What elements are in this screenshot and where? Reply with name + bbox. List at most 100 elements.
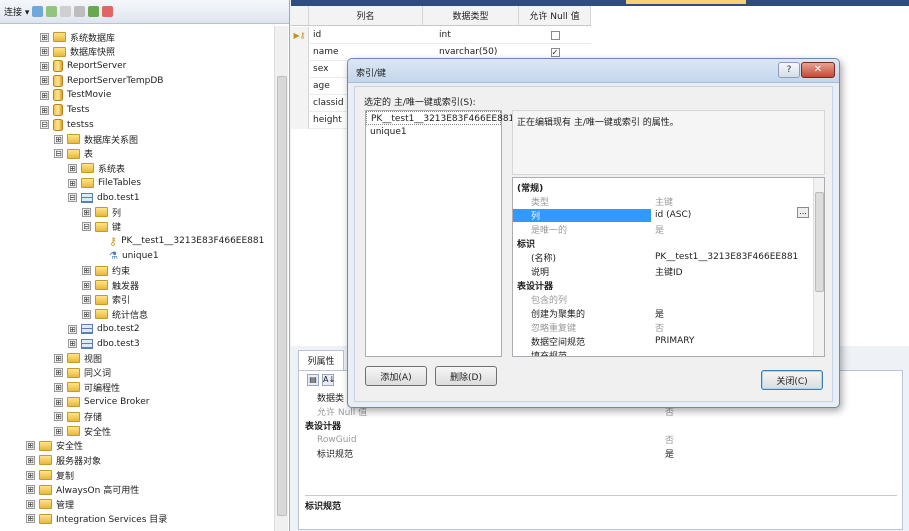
- row-selector[interactable]: [291, 77, 309, 95]
- refresh-icon[interactable]: [88, 6, 100, 17]
- expand-icon[interactable]: ⊞: [40, 61, 49, 71]
- tree-node[interactable]: ⊞ 同义词: [54, 366, 111, 380]
- tree-node[interactable]: ⊟ dbo.test1: [68, 191, 140, 205]
- tree-node[interactable]: ⊞ FileTables: [68, 176, 141, 190]
- tree-node[interactable]: ⊞ 服务器对象: [26, 453, 101, 467]
- property-row[interactable]: 标识规范 是: [305, 447, 895, 460]
- expand-icon[interactable]: ⊞: [82, 266, 91, 276]
- connect-icon[interactable]: [32, 6, 44, 17]
- collapse-icon[interactable]: ⊟: [54, 149, 63, 159]
- tree-node[interactable]: ⊞ AlwaysOn 高可用性: [26, 483, 139, 497]
- tree-node[interactable]: ⊞ Service Broker: [54, 395, 149, 409]
- tree-node[interactable]: ⊞ 复制: [26, 468, 74, 482]
- tree-node[interactable]: ⚷ PK__test1__3213E83F466EE881: [96, 234, 264, 248]
- expand-icon[interactable]: [96, 252, 105, 261]
- property-value[interactable]: 主键: [651, 195, 813, 208]
- expand-icon[interactable]: ⊞: [26, 514, 35, 524]
- disconnect-icon[interactable]: [46, 6, 58, 17]
- filter-icon[interactable]: [74, 6, 86, 17]
- property-row[interactable]: 列 id (ASC): [513, 208, 813, 222]
- property-row[interactable]: 数据空间规范 PRIMARY: [513, 334, 813, 348]
- expand-icon[interactable]: ⊞: [40, 90, 49, 100]
- tree-node[interactable]: ⊞ TestMovie: [40, 88, 111, 102]
- column-name-cell[interactable]: name: [309, 47, 423, 57]
- expand-icon[interactable]: ⊞: [54, 426, 63, 436]
- activity-monitor-icon[interactable]: [102, 6, 114, 17]
- tree-node[interactable]: ⊞ 系统数据库: [40, 30, 115, 44]
- property-row[interactable]: 表设计器: [305, 419, 895, 432]
- columns-ellipsis-button[interactable]: ...: [797, 207, 809, 218]
- categorized-icon[interactable]: ▤: [307, 374, 319, 386]
- property-category[interactable]: 表设计器: [513, 278, 813, 292]
- primary-key-icon[interactable]: ▶⚷: [291, 26, 309, 44]
- tree-node[interactable]: ⊞ 列: [82, 205, 121, 219]
- property-category[interactable]: (常规): [513, 180, 813, 194]
- property-value[interactable]: PK__test1__3213E83F466EE881: [651, 252, 813, 262]
- tree-node[interactable]: ⊞ dbo.test3: [68, 337, 140, 351]
- expand-icon[interactable]: ⊞: [54, 397, 63, 407]
- expand-icon[interactable]: ⊞: [40, 76, 49, 86]
- tree-node[interactable]: ⊞ 系统表: [68, 161, 125, 175]
- property-grid-scrollbar[interactable]: [813, 178, 824, 356]
- tree-node[interactable]: ⊞ 安全性: [54, 424, 111, 438]
- scrollbar-thumb[interactable]: [277, 76, 287, 516]
- tree-node[interactable]: ⊞ Tests: [40, 103, 89, 117]
- allow-null-checkbox[interactable]: ✓: [550, 47, 560, 57]
- expand-icon[interactable]: ⊞: [82, 280, 91, 290]
- property-value[interactable]: 否: [665, 433, 895, 446]
- tree-node[interactable]: ⚗ unique1: [96, 249, 159, 263]
- collapse-icon[interactable]: ⊟: [68, 193, 77, 203]
- allow-null-checkbox[interactable]: [550, 30, 560, 40]
- expand-icon[interactable]: ⊞: [26, 499, 35, 509]
- expand-icon[interactable]: ⊞: [26, 455, 35, 465]
- index-list[interactable]: PK__test1__3213E83F466EE881 unique1: [365, 110, 514, 357]
- tree-node[interactable]: ⊞ 数据库关系图: [54, 132, 138, 146]
- tree-node[interactable]: ⊞ 可编程性: [54, 380, 120, 394]
- tree-node[interactable]: ⊞ 存储: [54, 410, 102, 424]
- expand-icon[interactable]: ⊞: [82, 207, 91, 217]
- expand-icon[interactable]: ⊞: [26, 485, 35, 495]
- row-selector[interactable]: [291, 43, 309, 61]
- object-explorer-scrollbar[interactable]: [274, 26, 288, 531]
- row-selector[interactable]: [291, 94, 309, 112]
- expand-icon[interactable]: ⊞: [68, 178, 77, 188]
- active-tab-indicator[interactable]: [626, 0, 746, 4]
- property-row[interactable]: 包含的列: [513, 292, 813, 306]
- collapse-icon[interactable]: ⊟: [82, 222, 91, 232]
- property-row[interactable]: 类型 主键: [513, 194, 813, 208]
- expand-icon[interactable]: ⊞: [54, 412, 63, 422]
- tree-node[interactable]: ⊞ 数据库快照: [40, 45, 115, 59]
- table-row[interactable]: ▶⚷ id int: [291, 26, 591, 44]
- property-row[interactable]: 忽略重复键 否: [513, 320, 813, 334]
- row-selector[interactable]: [291, 60, 309, 78]
- expand-icon[interactable]: ⊞: [82, 295, 91, 305]
- expand-icon[interactable]: ⊞: [68, 163, 77, 173]
- index-list-item[interactable]: unique1: [366, 125, 501, 139]
- expand-icon[interactable]: [96, 237, 105, 246]
- tree-node[interactable]: ⊞ 约束: [82, 264, 130, 278]
- expand-icon[interactable]: ⊞: [40, 105, 49, 115]
- tab-column-properties[interactable]: 列属性: [298, 350, 344, 370]
- property-value[interactable]: 是: [651, 307, 813, 320]
- tree-node[interactable]: ⊞ 管理: [26, 497, 74, 511]
- expand-icon[interactable]: ⊞: [82, 309, 91, 319]
- add-button[interactable]: 添加(A): [365, 366, 427, 386]
- expand-icon[interactable]: ⊞: [54, 382, 63, 392]
- tree-node[interactable]: ⊞ dbo.test2: [68, 322, 140, 336]
- connect-button[interactable]: 连接 ▾: [4, 5, 29, 18]
- property-value[interactable]: 否: [651, 321, 813, 334]
- tree-node[interactable]: ⊟ 表: [54, 147, 93, 161]
- close-window-button[interactable]: ✕: [801, 62, 835, 78]
- collapse-icon[interactable]: ⊟: [40, 120, 49, 130]
- tree-node[interactable]: ⊞ Integration Services 目录: [26, 512, 167, 526]
- data-type-cell[interactable]: int: [423, 30, 519, 40]
- expand-icon[interactable]: ⊞: [68, 339, 77, 349]
- property-value[interactable]: PRIMARY: [651, 336, 813, 346]
- alphabetical-icon[interactable]: A↓: [322, 374, 335, 386]
- property-category[interactable]: 标识: [513, 236, 813, 250]
- property-row[interactable]: (名称) PK__test1__3213E83F466EE881: [513, 250, 813, 264]
- property-row[interactable]: RowGuid 否: [305, 433, 895, 447]
- row-selector[interactable]: [291, 111, 309, 129]
- property-value[interactable]: 是: [665, 447, 895, 460]
- stop-icon[interactable]: [60, 6, 72, 17]
